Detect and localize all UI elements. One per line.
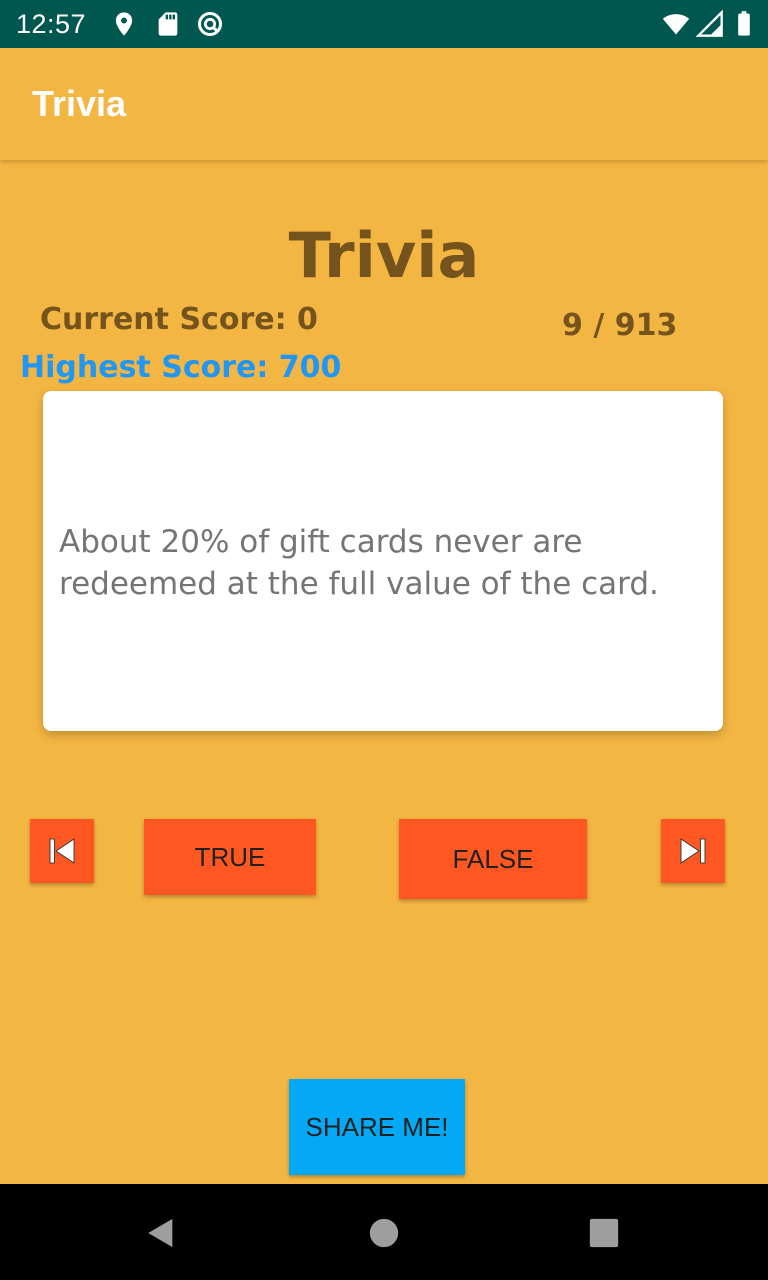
current-score: Current Score: 0: [40, 302, 318, 337]
false-button[interactable]: FALSE: [399, 819, 587, 899]
true-button[interactable]: TRUE: [144, 819, 316, 895]
sd-card-icon: [158, 12, 178, 36]
skip-next-icon: [680, 838, 706, 864]
wifi-icon: [662, 14, 690, 35]
status-bar: 12:57: [0, 0, 768, 48]
game-title: Trivia: [288, 219, 480, 292]
next-button[interactable]: [661, 819, 725, 883]
recents-icon[interactable]: [587, 1216, 621, 1250]
previous-button[interactable]: [30, 819, 94, 883]
location-icon: [115, 12, 133, 36]
vpn-icon: [197, 11, 223, 37]
share-button[interactable]: SHARE ME!: [289, 1079, 465, 1175]
signal-icon: [696, 10, 723, 37]
skip-previous-icon: [49, 838, 75, 864]
navigation-bar: [0, 1184, 768, 1280]
highest-score: Highest Score: 700: [20, 350, 342, 385]
question-card: About 20% of gift cards never are redeem…: [43, 391, 723, 731]
back-icon[interactable]: [144, 1216, 178, 1250]
status-time: 12:57: [16, 9, 87, 39]
home-icon[interactable]: [367, 1216, 401, 1250]
question-progress: 9 / 913: [562, 308, 678, 343]
app-bar: Trivia: [0, 48, 768, 160]
battery-icon: [738, 11, 750, 36]
app-bar-title: Trivia: [32, 83, 127, 124]
question-text: About 20% of gift cards never are redeem…: [59, 524, 659, 602]
